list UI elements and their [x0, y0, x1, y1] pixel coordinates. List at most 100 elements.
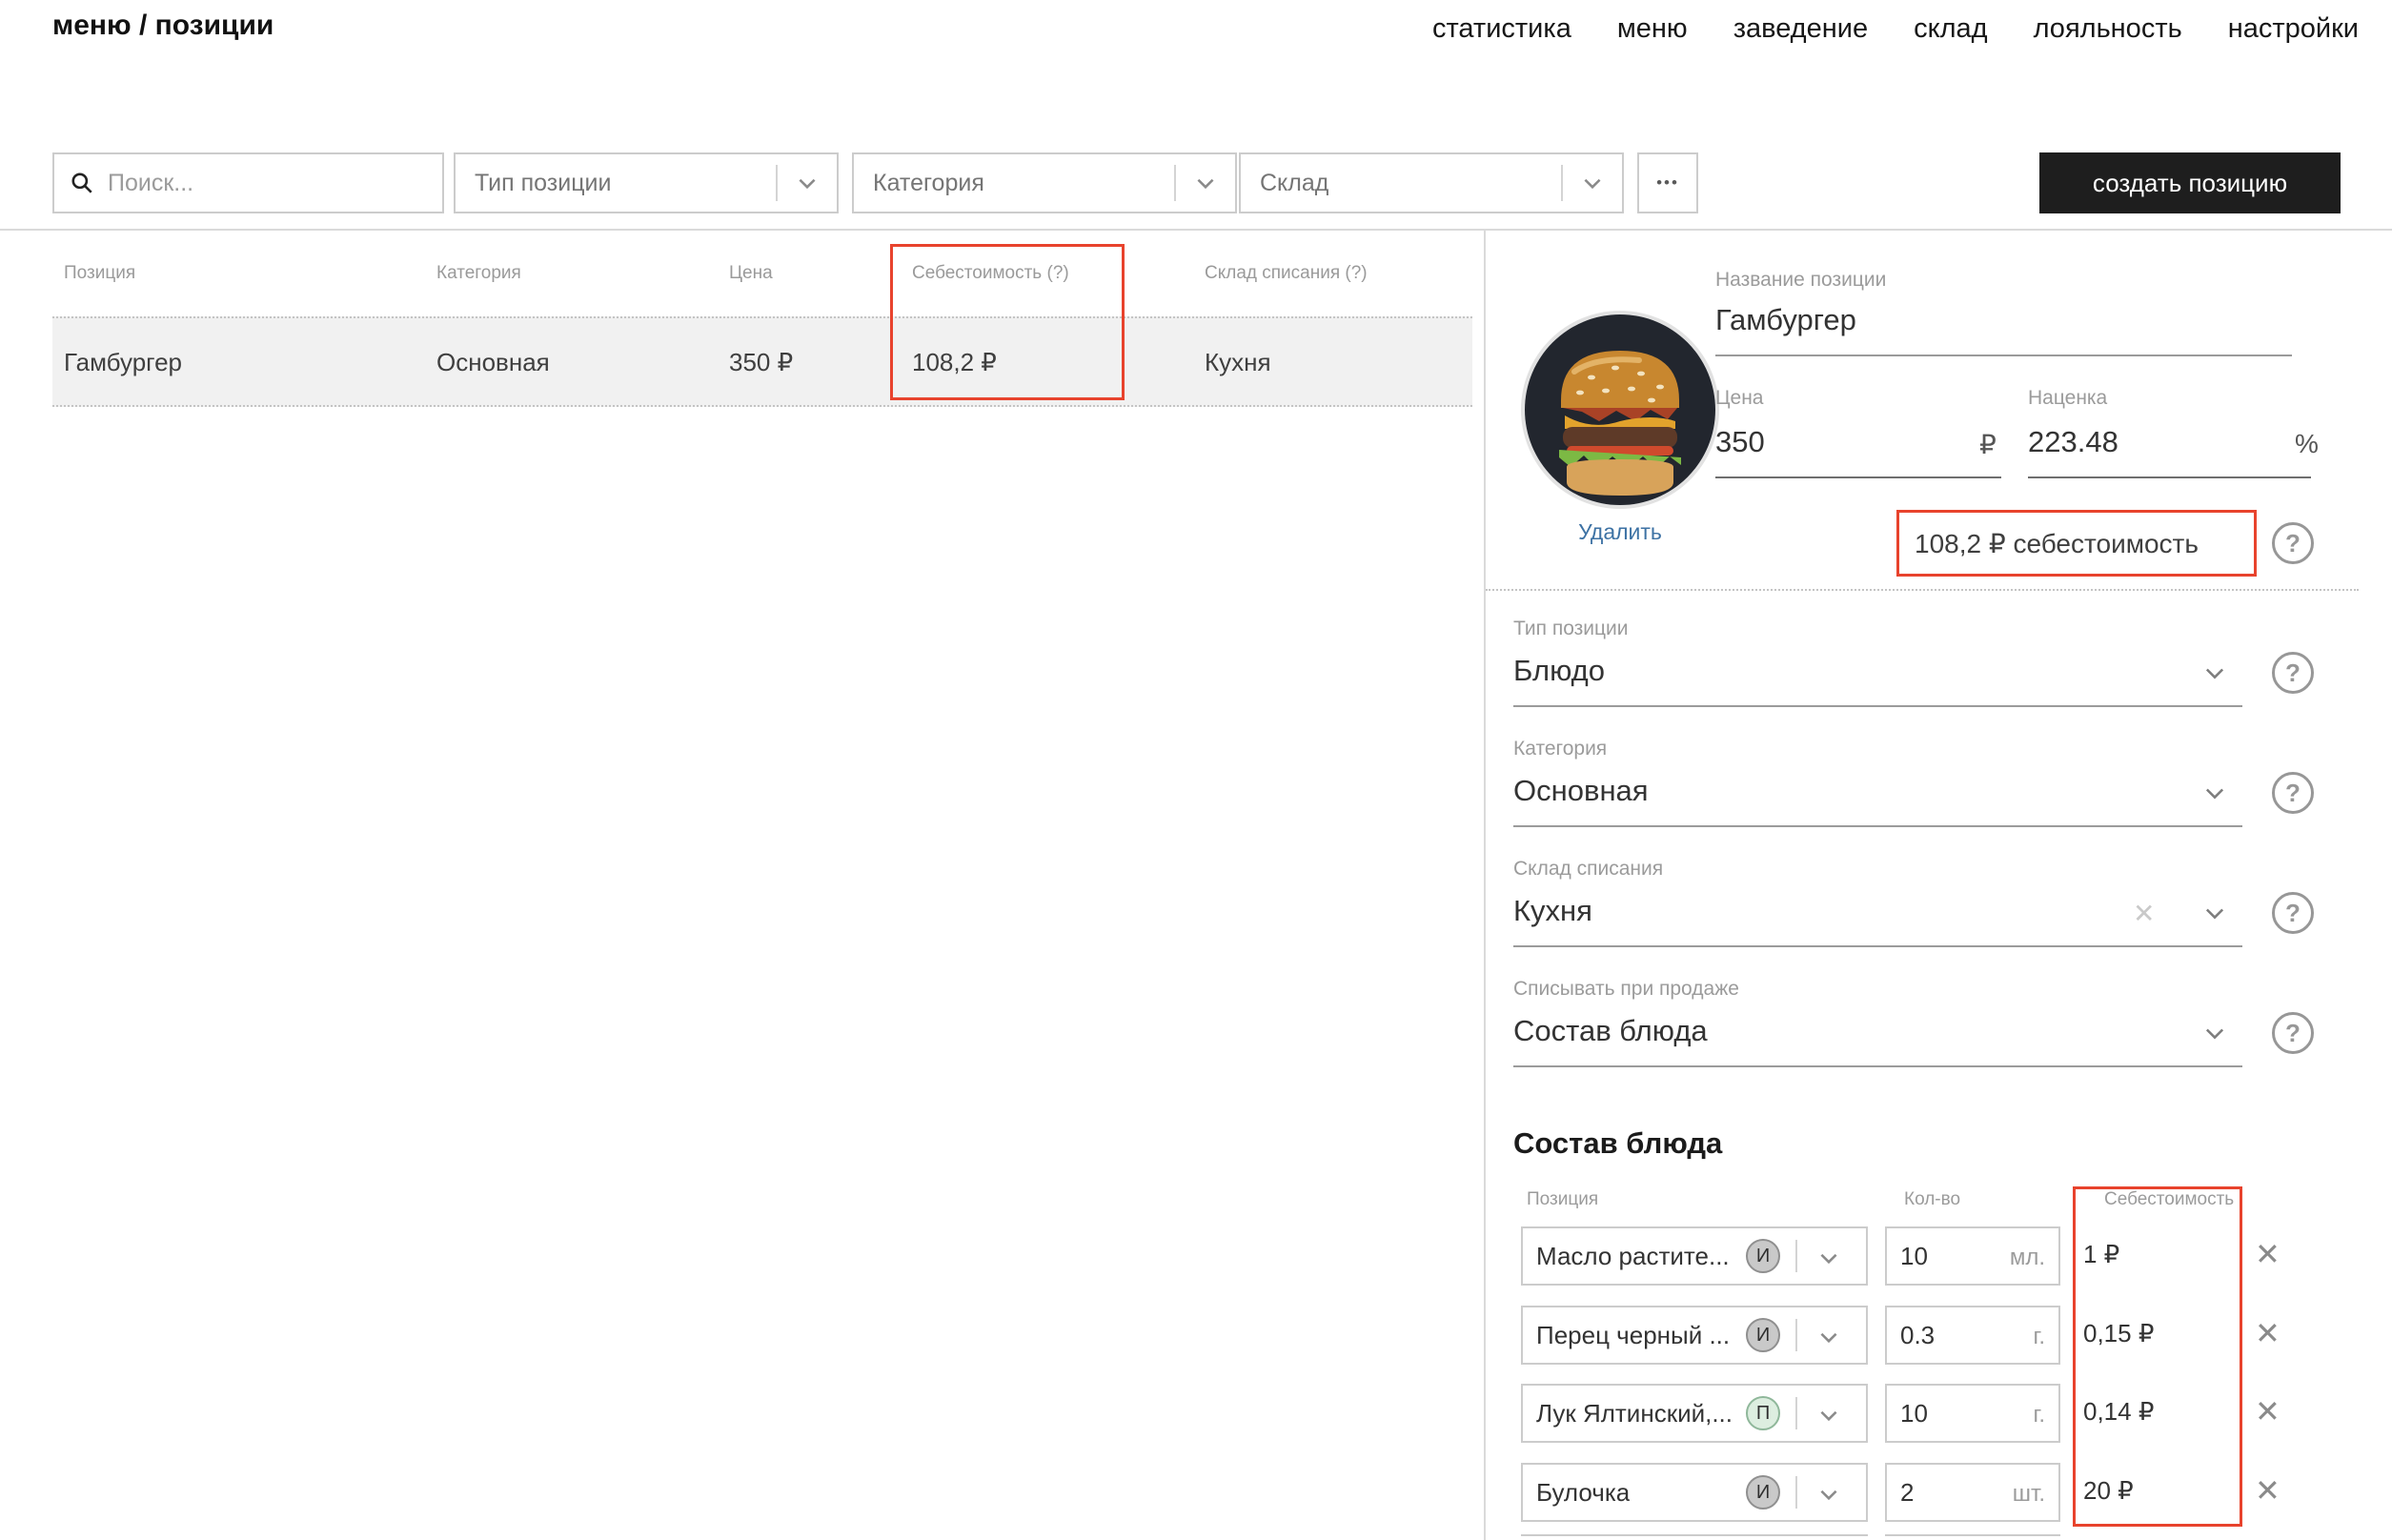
ingredient-select[interactable]: Булочка И [1521, 1463, 1868, 1522]
nav-item-menu[interactable]: меню [1617, 13, 1688, 45]
clear-icon[interactable]: ✕ [2133, 898, 2155, 929]
nav-item-stock[interactable]: склад [1914, 13, 1987, 45]
next-row-stub [1885, 1534, 2060, 1536]
ingredient-type-badge: И [1746, 1239, 1780, 1273]
field-stock-select[interactable]: Кухня [1513, 894, 1592, 928]
delete-photo-link[interactable]: Удалить [1525, 519, 1715, 545]
name-input[interactable]: Гамбургер [1715, 303, 1856, 337]
percent-suffix: % [2295, 429, 2319, 459]
price-input[interactable]: 350 [1715, 425, 1765, 459]
field-category-label: Категория [1513, 738, 1607, 760]
price-underline [1715, 476, 2001, 478]
chevron-down-icon[interactable] [1816, 1325, 1841, 1354]
remove-icon[interactable]: ✕ [2255, 1239, 2281, 1269]
chevron-down-icon[interactable] [1176, 171, 1235, 195]
help-icon[interactable]: ? [2272, 772, 2314, 814]
menu-positions-page: меню / позиции статистика меню заведение… [0, 0, 2392, 1540]
field-writeoff-select[interactable]: Состав блюда [1513, 1014, 1708, 1048]
field-category-underline [1513, 825, 2242, 827]
ingredient-name: Перец черный ... [1536, 1321, 1730, 1350]
nav-item-venue[interactable]: заведение [1733, 13, 1868, 45]
field-type-select[interactable]: Блюдо [1513, 654, 1605, 688]
chevron-down-icon[interactable] [1816, 1246, 1841, 1275]
qty-input[interactable]: 2 шт. [1885, 1463, 2060, 1522]
ingredient-select[interactable]: Масло растите... И [1521, 1226, 1868, 1286]
qty-value: 0.3 [1900, 1321, 1935, 1350]
qty-input[interactable]: 0.3 г. [1885, 1306, 2060, 1365]
field-stock-label: Склад списания [1513, 858, 1663, 881]
remove-icon[interactable]: ✕ [2255, 1318, 2281, 1348]
cell-position[interactable]: Гамбургер [64, 348, 182, 377]
ingredient-type-badge: П [1746, 1396, 1780, 1430]
name-label: Название позиции [1715, 269, 1886, 292]
chevron-down-icon[interactable] [1563, 171, 1622, 195]
help-icon[interactable]: ? [2272, 892, 2314, 934]
qty-value: 10 [1900, 1242, 1928, 1271]
ingredient-name: Масло растите... [1536, 1242, 1730, 1271]
ingredient-name: Лук Ялтинский,... [1536, 1399, 1733, 1429]
field-type-underline [1513, 705, 2242, 707]
qty-input[interactable]: 10 г. [1885, 1384, 2060, 1443]
cost-banner-highlight: 108,2 ₽ себестоимость [1896, 510, 2257, 577]
top-nav: статистика меню заведение склад лояльнос… [1432, 13, 2359, 45]
chevron-down-icon[interactable] [1816, 1482, 1841, 1511]
field-type-label: Тип позиции [1513, 618, 1629, 640]
field-writeoff-underline [1513, 1065, 2242, 1067]
ingredient-select[interactable]: Лук Ялтинский,... П [1521, 1384, 1868, 1443]
chevron-down-icon[interactable] [778, 171, 837, 195]
nav-item-statistics[interactable]: статистика [1432, 13, 1571, 45]
create-position-button[interactable]: создать позицию [2039, 152, 2341, 213]
divider [1795, 1476, 1797, 1509]
markup-input[interactable]: 223.48 [2028, 425, 2118, 459]
column-header-price: Цена [729, 263, 773, 284]
name-underline [1715, 355, 2292, 356]
filter-category[interactable]: Категория [852, 152, 1237, 213]
markup-underline [2028, 476, 2311, 478]
field-writeoff-label: Списывать при продаже [1513, 978, 1739, 1001]
ingredient-name: Булочка [1536, 1478, 1630, 1508]
filter-stock[interactable]: Склад [1239, 152, 1624, 213]
divider [1795, 1319, 1797, 1351]
chevron-down-icon[interactable] [2201, 780, 2228, 811]
cost-column-highlight [890, 244, 1125, 400]
filter-position-type-label: Тип позиции [475, 170, 776, 197]
section-divider [1486, 589, 2359, 591]
chevron-down-icon[interactable] [2201, 1020, 2228, 1051]
position-photo[interactable] [1525, 314, 1715, 505]
filter-category-label: Категория [873, 170, 1174, 197]
comp-header-qty: Кол-во [1904, 1189, 1960, 1210]
ingredient-select[interactable]: Перец черный ... И [1521, 1306, 1868, 1365]
qty-unit: шт. [2013, 1481, 2045, 1508]
help-icon[interactable]: ? [2272, 1012, 2314, 1054]
search-placeholder: Поиск... [108, 170, 193, 197]
remove-icon[interactable]: ✕ [2255, 1475, 2281, 1506]
page-title: меню / позиции [52, 10, 274, 42]
remove-icon[interactable]: ✕ [2255, 1396, 2281, 1427]
field-stock-underline [1513, 945, 2242, 947]
chevron-down-icon[interactable] [2201, 659, 2228, 691]
qty-unit: г. [2034, 1324, 2046, 1350]
cell-category: Основная [436, 348, 550, 377]
chevron-down-icon[interactable] [1816, 1403, 1841, 1432]
filter-stock-label: Склад [1260, 170, 1561, 197]
comp-header-position: Позиция [1527, 1189, 1598, 1210]
filter-position-type[interactable]: Тип позиции [454, 152, 839, 213]
help-icon[interactable]: ? [2272, 522, 2314, 564]
comp-cost-column-highlight [2073, 1186, 2242, 1527]
more-filters-button[interactable]: ••• [1637, 152, 1698, 213]
qty-input[interactable]: 10 мл. [1885, 1226, 2060, 1286]
column-header-category: Категория [436, 263, 521, 284]
chevron-down-icon[interactable] [2201, 900, 2228, 931]
ingredient-type-badge: И [1746, 1318, 1780, 1352]
nav-item-settings[interactable]: настройки [2228, 13, 2359, 45]
column-header-position: Позиция [64, 263, 135, 284]
divider [1795, 1240, 1797, 1272]
field-category-select[interactable]: Основная [1513, 774, 1649, 808]
panel-divider [1484, 229, 1486, 1540]
help-icon[interactable]: ? [2272, 652, 2314, 694]
ingredient-type-badge: И [1746, 1475, 1780, 1510]
search-icon [70, 171, 94, 195]
markup-label: Наценка [2028, 387, 2107, 410]
search-input[interactable]: Поиск... [52, 152, 444, 213]
nav-item-loyalty[interactable]: лояльность [2034, 13, 2182, 45]
